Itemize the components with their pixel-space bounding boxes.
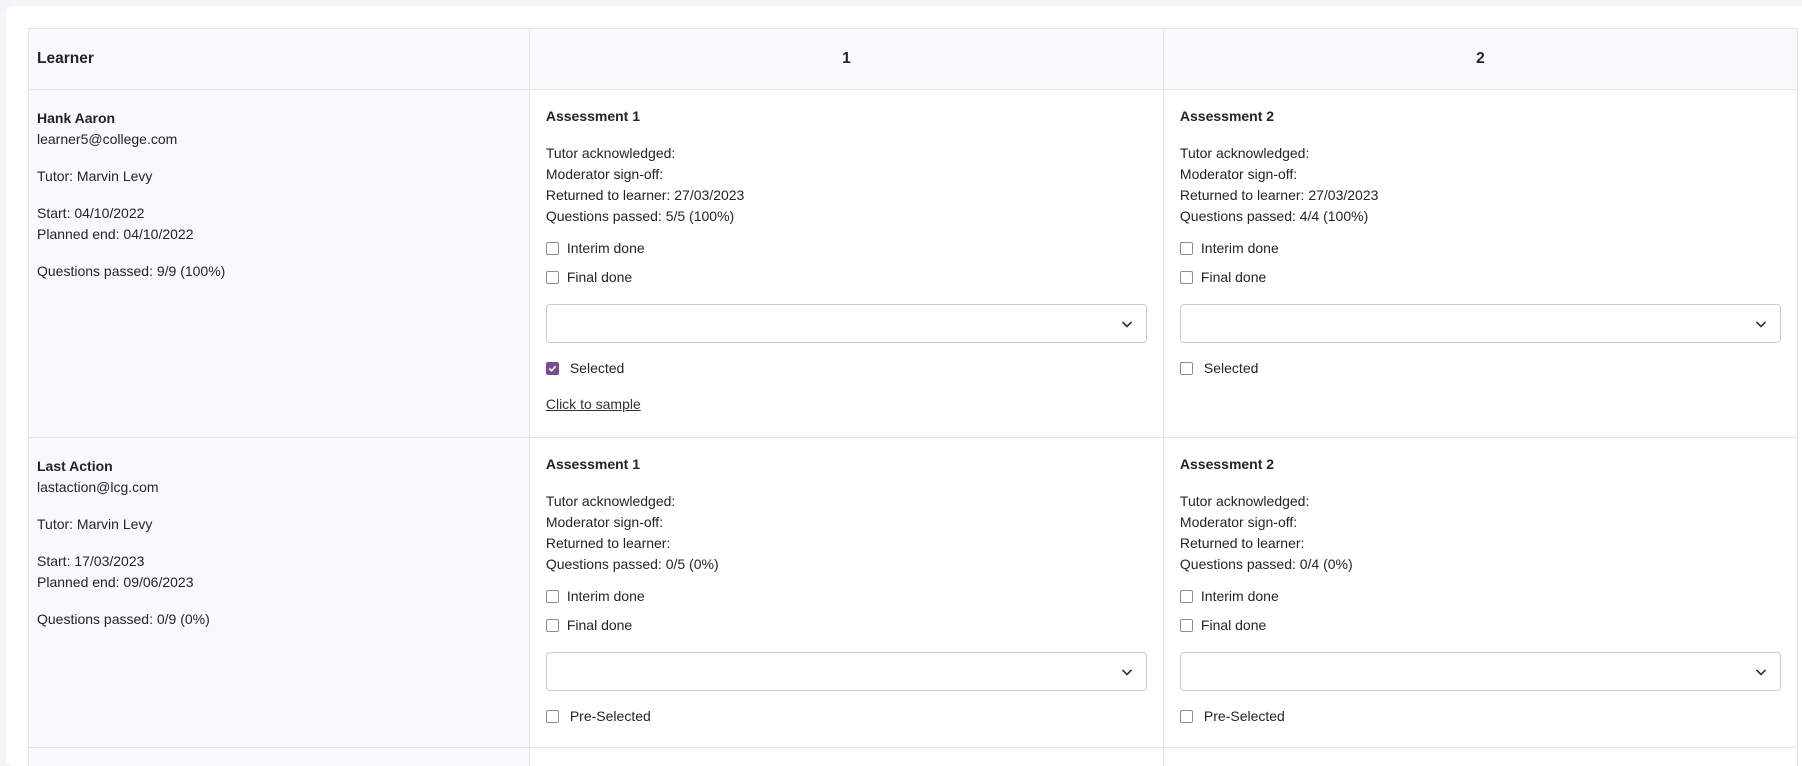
status-select[interactable] [1180,652,1781,691]
assessment-cell: Assessment 2 Tutor acknowledged: Moderat… [1163,90,1797,438]
header-learner: Learner [29,29,530,90]
interim-done-row[interactable]: Interim done [546,238,1147,258]
learner-questions: Questions passed: 9/9 (100%) [37,261,521,282]
status-select[interactable] [1180,304,1781,343]
interim-done-label: Interim done [567,238,645,259]
interim-done-row[interactable]: Interim done [1180,586,1781,606]
final-done-label: Final done [567,267,632,288]
moderator-sign-off: Moderator sign-off: [1180,512,1781,533]
selected-row[interactable]: Selected [1180,358,1781,378]
learner-planned-end: Planned end: 09/06/2023 [37,572,521,593]
interim-done-checkbox[interactable] [1180,590,1193,603]
final-done-row[interactable]: Final done [1180,267,1781,287]
final-done-row[interactable]: Final done [1180,615,1781,635]
interim-done-row[interactable]: Interim done [546,586,1147,606]
moderator-sign-off: Moderator sign-off: [1180,164,1781,185]
learner-questions: Questions passed: 0/9 (0%) [37,609,521,630]
returned-to-learner: Returned to learner: [1180,533,1781,554]
returned-to-learner: Returned to learner: [546,533,1147,554]
interim-done-checkbox[interactable] [546,242,559,255]
assessment-cell: Assessment 2 Tutor acknowledged: Moderat… [1163,438,1797,748]
learner-cell: Last Action lastaction@lcg.com Tutor: Ma… [29,438,530,748]
sampling-card: Learner 1 2 Hank Aaron learner5@college.… [6,6,1802,766]
assessment-questions: Questions passed: 0/5 (0%) [546,554,1147,575]
learner-start: Start: 04/10/2022 [37,203,521,224]
learner-email: lastaction@lcg.com [37,477,521,498]
selected-row[interactable]: Selected [546,358,1147,378]
selected-label: Selected [1204,358,1258,379]
chevron-down-icon [1754,665,1768,679]
final-done-checkbox[interactable] [546,271,559,284]
status-select[interactable] [546,652,1147,691]
click-to-sample-link[interactable]: Click to sample [546,394,641,415]
selected-checkbox[interactable] [546,362,559,375]
learner-planned-end: Planned end: 04/10/2022 [37,224,521,245]
learner-name: Hank Aaron [37,108,521,129]
interim-done-checkbox[interactable] [546,590,559,603]
pre-selected-row[interactable]: Pre-Selected [546,706,1147,726]
sampling-table: Learner 1 2 Hank Aaron learner5@college.… [28,28,1798,766]
interim-done-label: Interim done [1201,586,1279,607]
chevron-down-icon [1754,317,1768,331]
interim-done-checkbox[interactable] [1180,242,1193,255]
assessment-questions: Questions passed: 0/4 (0%) [1180,554,1781,575]
learner-cell: Hank Aaron learner5@college.com Tutor: M… [29,90,530,438]
assessment-title: Assessment 2 [1180,106,1781,127]
assessment-questions: Questions passed: 4/4 (100%) [1180,206,1781,227]
final-done-checkbox[interactable] [546,619,559,632]
selected-label: Selected [570,358,624,379]
pre-selected-label: Pre-Selected [1204,706,1285,727]
assessment-title: Assessment 1 [546,454,1147,475]
final-done-row[interactable]: Final done [546,615,1147,635]
returned-to-learner: Returned to learner: 27/03/2023 [1180,185,1781,206]
assessment-cell [1163,748,1797,766]
header-assessment-2: 2 [1163,29,1797,90]
returned-to-learner: Returned to learner: 27/03/2023 [546,185,1147,206]
header-assessment-1: 1 [529,29,1163,90]
final-done-checkbox[interactable] [1180,271,1193,284]
chevron-down-icon [1120,665,1134,679]
learner-cell [29,748,530,766]
moderator-sign-off: Moderator sign-off: [546,512,1147,533]
assessment-title: Assessment 2 [1180,454,1781,475]
assessment-questions: Questions passed: 5/5 (100%) [546,206,1147,227]
assessment-cell: Assessment 1 Tutor acknowledged: Moderat… [529,90,1163,438]
assessment-cell [529,748,1163,766]
learner-name: Last Action [37,456,521,477]
pre-selected-label: Pre-Selected [570,706,651,727]
pre-selected-row[interactable]: Pre-Selected [1180,706,1781,726]
moderator-sign-off: Moderator sign-off: [546,164,1147,185]
selected-checkbox[interactable] [1180,362,1193,375]
tutor-acknowledged: Tutor acknowledged: [1180,491,1781,512]
interim-done-label: Interim done [567,586,645,607]
table-header-row: Learner 1 2 [29,29,1798,90]
final-done-checkbox[interactable] [1180,619,1193,632]
final-done-label: Final done [567,615,632,636]
chevron-down-icon [1120,317,1134,331]
table-row: Last Action lastaction@lcg.com Tutor: Ma… [29,438,1798,748]
status-select[interactable] [546,304,1147,343]
learner-start: Start: 17/03/2023 [37,551,521,572]
assessment-cell: Assessment 1 Tutor acknowledged: Moderat… [529,438,1163,748]
interim-done-row[interactable]: Interim done [1180,238,1781,258]
tutor-acknowledged: Tutor acknowledged: [1180,143,1781,164]
learner-tutor: Tutor: Marvin Levy [37,514,521,535]
assessment-title: Assessment 1 [546,106,1147,127]
learner-email: learner5@college.com [37,129,521,150]
learner-tutor: Tutor: Marvin Levy [37,166,521,187]
pre-selected-checkbox[interactable] [546,710,559,723]
pre-selected-checkbox[interactable] [1180,710,1193,723]
interim-done-label: Interim done [1201,238,1279,259]
final-done-label: Final done [1201,615,1266,636]
final-done-row[interactable]: Final done [546,267,1147,287]
tutor-acknowledged: Tutor acknowledged: [546,491,1147,512]
final-done-label: Final done [1201,267,1266,288]
table-row [29,748,1798,766]
table-row: Hank Aaron learner5@college.com Tutor: M… [29,90,1798,438]
tutor-acknowledged: Tutor acknowledged: [546,143,1147,164]
